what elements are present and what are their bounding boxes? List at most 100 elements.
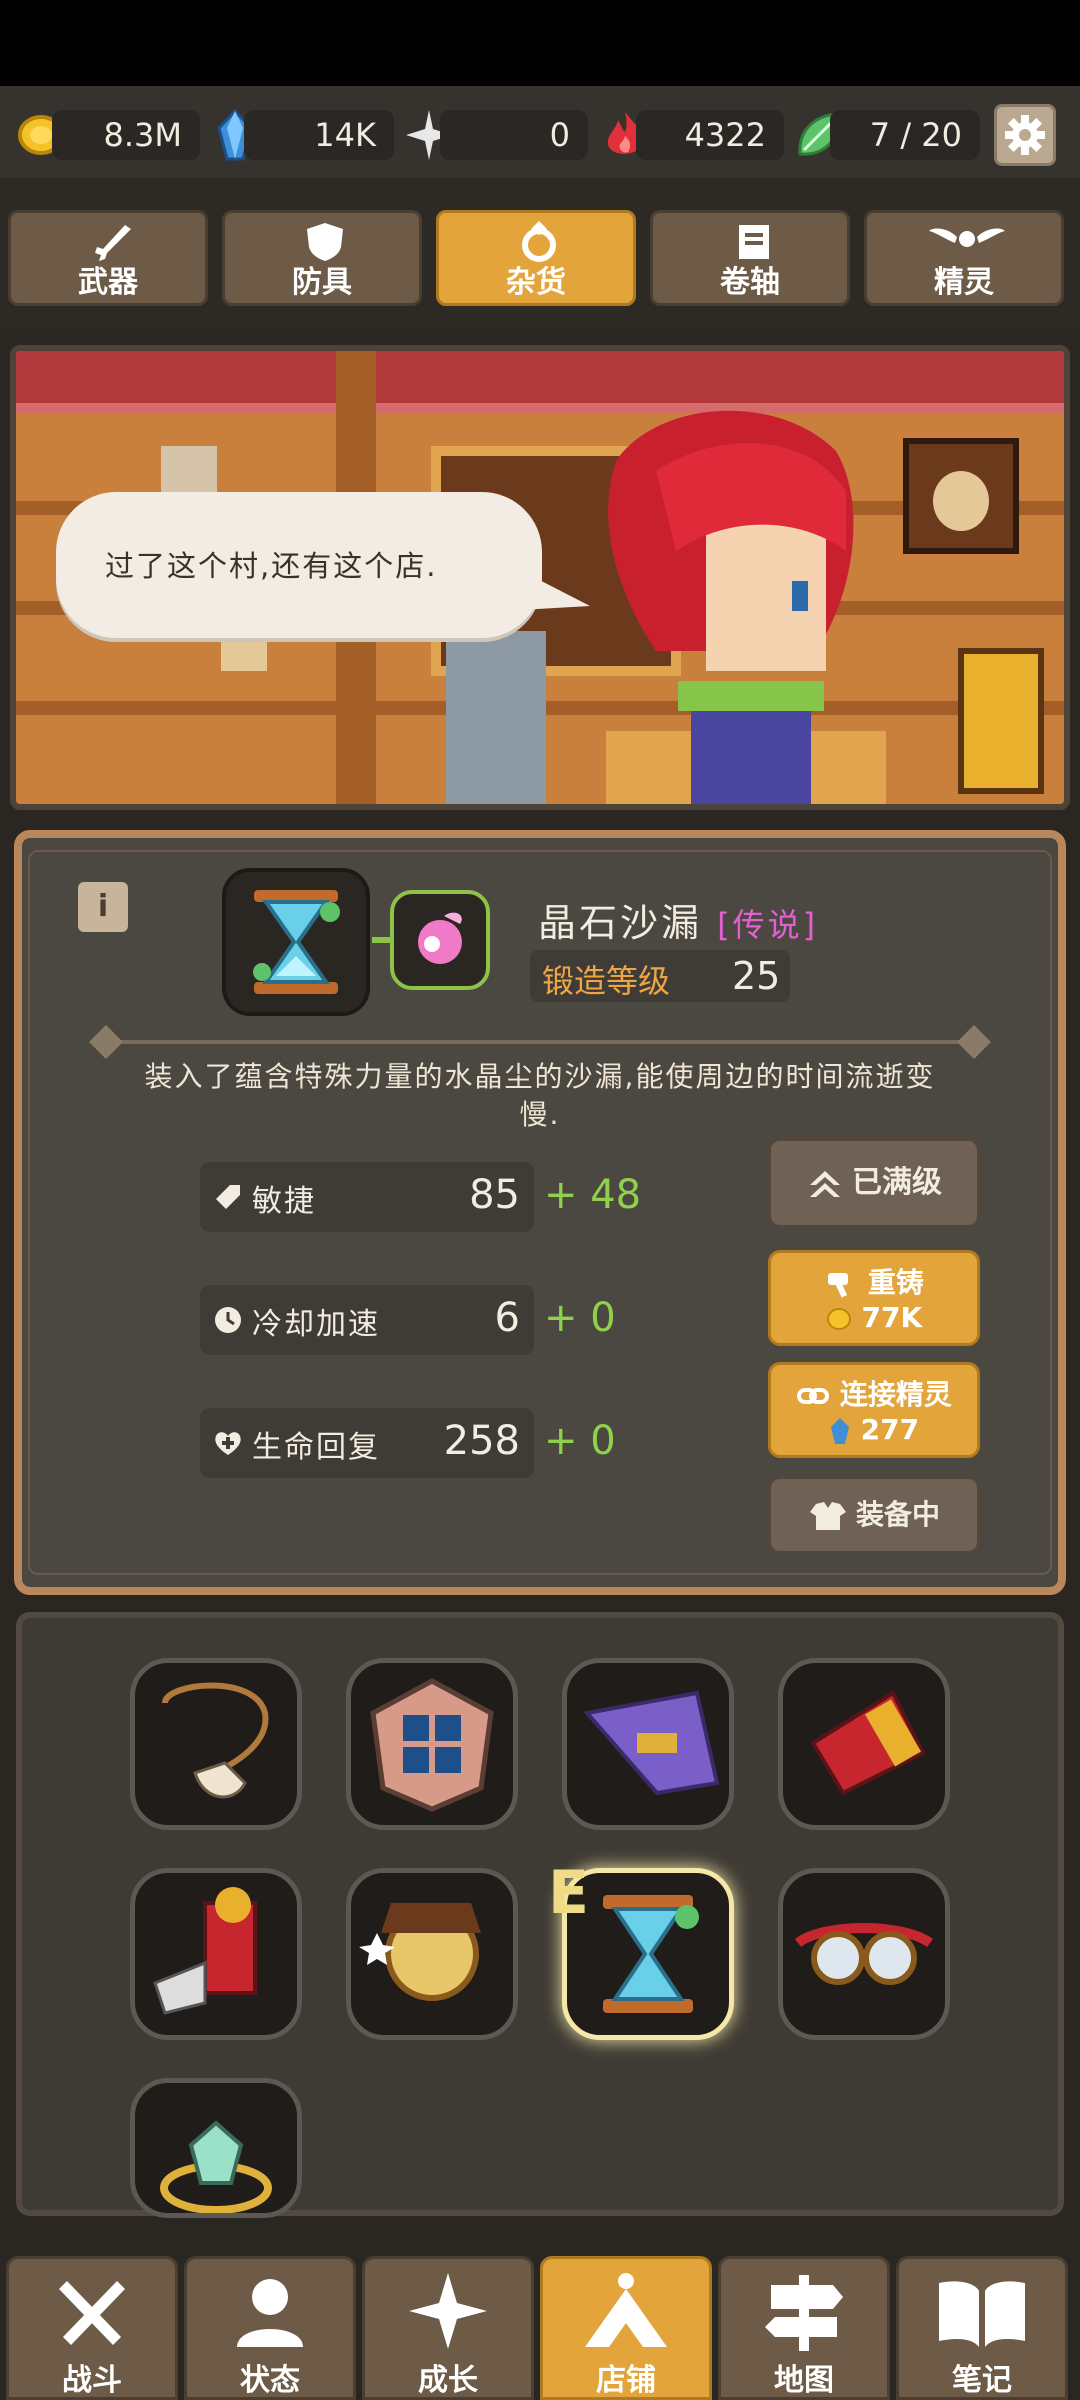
spirit-link-connector [372, 937, 390, 943]
tab-weapon[interactable]: 武器 [8, 210, 208, 306]
stat-value: 6 [494, 1295, 520, 1341]
inventory-slot-window-shield[interactable] [346, 1658, 518, 1830]
armor-icon [809, 1502, 846, 1530]
nav-label: 店铺 [596, 2363, 656, 2398]
nav-growth[interactable]: 成长 [362, 2256, 534, 2400]
link-spirit-label: 连接精灵 [839, 1378, 952, 1411]
cooldown-clock-icon [215, 1307, 241, 1333]
nav-label: 战斗 [62, 2363, 122, 2398]
ring-icon [522, 221, 556, 262]
double-chevron-up-icon [810, 1170, 840, 1197]
nav-status[interactable]: 状态 [184, 2256, 356, 2400]
tab-label: 卷轴 [720, 265, 780, 300]
hammer-icon [828, 1273, 849, 1298]
sword-icon [95, 225, 131, 261]
sparkle-icon [409, 2273, 487, 2349]
gem-count: 14K [244, 110, 394, 160]
inventory-slot-wizard-hat[interactable] [562, 1658, 734, 1830]
reforge-button[interactable]: 重铸 77K [768, 1250, 980, 1346]
goggles-icon [794, 1923, 933, 1985]
nav-label: 成长 [418, 2363, 478, 2398]
inventory-slot-goggles[interactable] [778, 1868, 950, 2040]
upgrade-maxed-button[interactable]: 已满级 [768, 1138, 980, 1228]
tab-label: 防具 [292, 265, 352, 300]
equipped-button[interactable]: 装备中 [768, 1476, 980, 1554]
item-name: 晶石沙漏 [传说] [538, 892, 818, 947]
stat-label: 敏捷 [252, 1184, 316, 1219]
tab-misc[interactable]: 杂货 [436, 210, 636, 306]
claw-glove-icon [153, 1887, 257, 2015]
nav-shop[interactable]: 店铺 [540, 2256, 712, 2400]
reforge-label: 重铸 [867, 1266, 924, 1299]
bracer-icon [810, 1690, 926, 1796]
tent-icon [585, 2273, 667, 2347]
nav-label: 地图 [774, 2363, 834, 2398]
forge-level-label: 锻造等级 [542, 962, 671, 1000]
flame-count: 4322 [636, 110, 784, 160]
gold-count: 8.3M [52, 110, 200, 160]
gem-ring-icon [160, 2120, 272, 2213]
agility-icon [216, 1185, 240, 1209]
equipped-badge: E [548, 1858, 589, 1928]
person-icon [237, 2279, 303, 2347]
tab-armor[interactable]: 防具 [222, 210, 422, 306]
signpost-icon [765, 2275, 843, 2351]
item-title: 晶石沙漏 [538, 901, 703, 945]
crossed-swords-icon [59, 2281, 125, 2345]
wings-icon [929, 228, 1005, 247]
item-icon-slot[interactable] [222, 868, 370, 1016]
heart-plus-icon [215, 1432, 241, 1455]
inventory-slot-mirror-amulet[interactable] [346, 1868, 518, 2040]
nav-map[interactable]: 地图 [718, 2256, 890, 2400]
speech-bubble-tail [520, 570, 590, 610]
stat-bonus: + 48 [544, 1172, 642, 1218]
link-spirit-cost: 277 [860, 1413, 920, 1446]
tab-label: 杂货 [506, 265, 566, 300]
star-count: 0 [440, 110, 588, 160]
inventory-slot-fang-necklace[interactable] [130, 1658, 302, 1830]
stat-value: 258 [443, 1418, 520, 1464]
shield-icon [307, 223, 343, 261]
nav-notes[interactable]: 笔记 [896, 2256, 1068, 2400]
leaf-energy-count: 7 / 20 [830, 110, 980, 160]
window-shield-icon [370, 1678, 494, 1812]
tab-scroll[interactable]: 卷轴 [650, 210, 850, 306]
stat-bonus: + 0 [544, 1295, 616, 1341]
settings-button[interactable] [994, 104, 1056, 166]
stat-label: 生命回复 [252, 1430, 380, 1465]
info-icon: i [97, 889, 109, 924]
divider [100, 1040, 980, 1044]
inventory-slot-gem-ring[interactable] [130, 2078, 302, 2218]
tab-spirit[interactable]: 精灵 [864, 210, 1064, 306]
scroll-icon [739, 225, 769, 259]
stat-label: 冷却加速 [252, 1307, 380, 1342]
mirror-amulet-icon [359, 1903, 481, 2001]
fang-necklace-icon [162, 1682, 269, 1799]
linked-spirit-slot[interactable] [390, 890, 490, 990]
spirit-icon [418, 912, 462, 964]
reforge-cost: 77K [861, 1301, 923, 1334]
hourglass-icon [603, 1895, 699, 2013]
item-rarity: [传说] [717, 906, 819, 944]
shopkeeper-speech: 过了这个村,还有这个店. [105, 549, 438, 583]
equipped-label: 装备中 [855, 1498, 940, 1531]
tab-label: 武器 [78, 265, 138, 300]
stat-bonus: + 0 [544, 1418, 616, 1464]
hourglass-icon [253, 890, 340, 994]
info-button[interactable]: i [78, 882, 128, 932]
nav-label: 状态 [240, 2363, 300, 2398]
gold-coin-icon [826, 1308, 851, 1330]
link-spirit-button[interactable]: 连接精灵 277 [768, 1362, 980, 1458]
tab-label: 精灵 [934, 265, 994, 300]
stat-value: 85 [469, 1172, 520, 1218]
item-description: 装入了蕴含特殊力量的水晶尘的沙漏,能使周边的时间流逝变慢. [144, 1060, 936, 1131]
nav-label: 笔记 [952, 2363, 1012, 2398]
inventory-slot-claw-glove[interactable] [130, 1868, 302, 2040]
gear-icon [1005, 115, 1045, 155]
forge-level-value: 25 [732, 954, 781, 998]
open-book-icon [939, 2281, 1025, 2347]
inventory-slot-bracer[interactable] [778, 1658, 950, 1830]
upgrade-maxed-label: 已满级 [852, 1165, 942, 1200]
gem-icon [830, 1418, 849, 1444]
nav-battle[interactable]: 战斗 [6, 2256, 178, 2400]
